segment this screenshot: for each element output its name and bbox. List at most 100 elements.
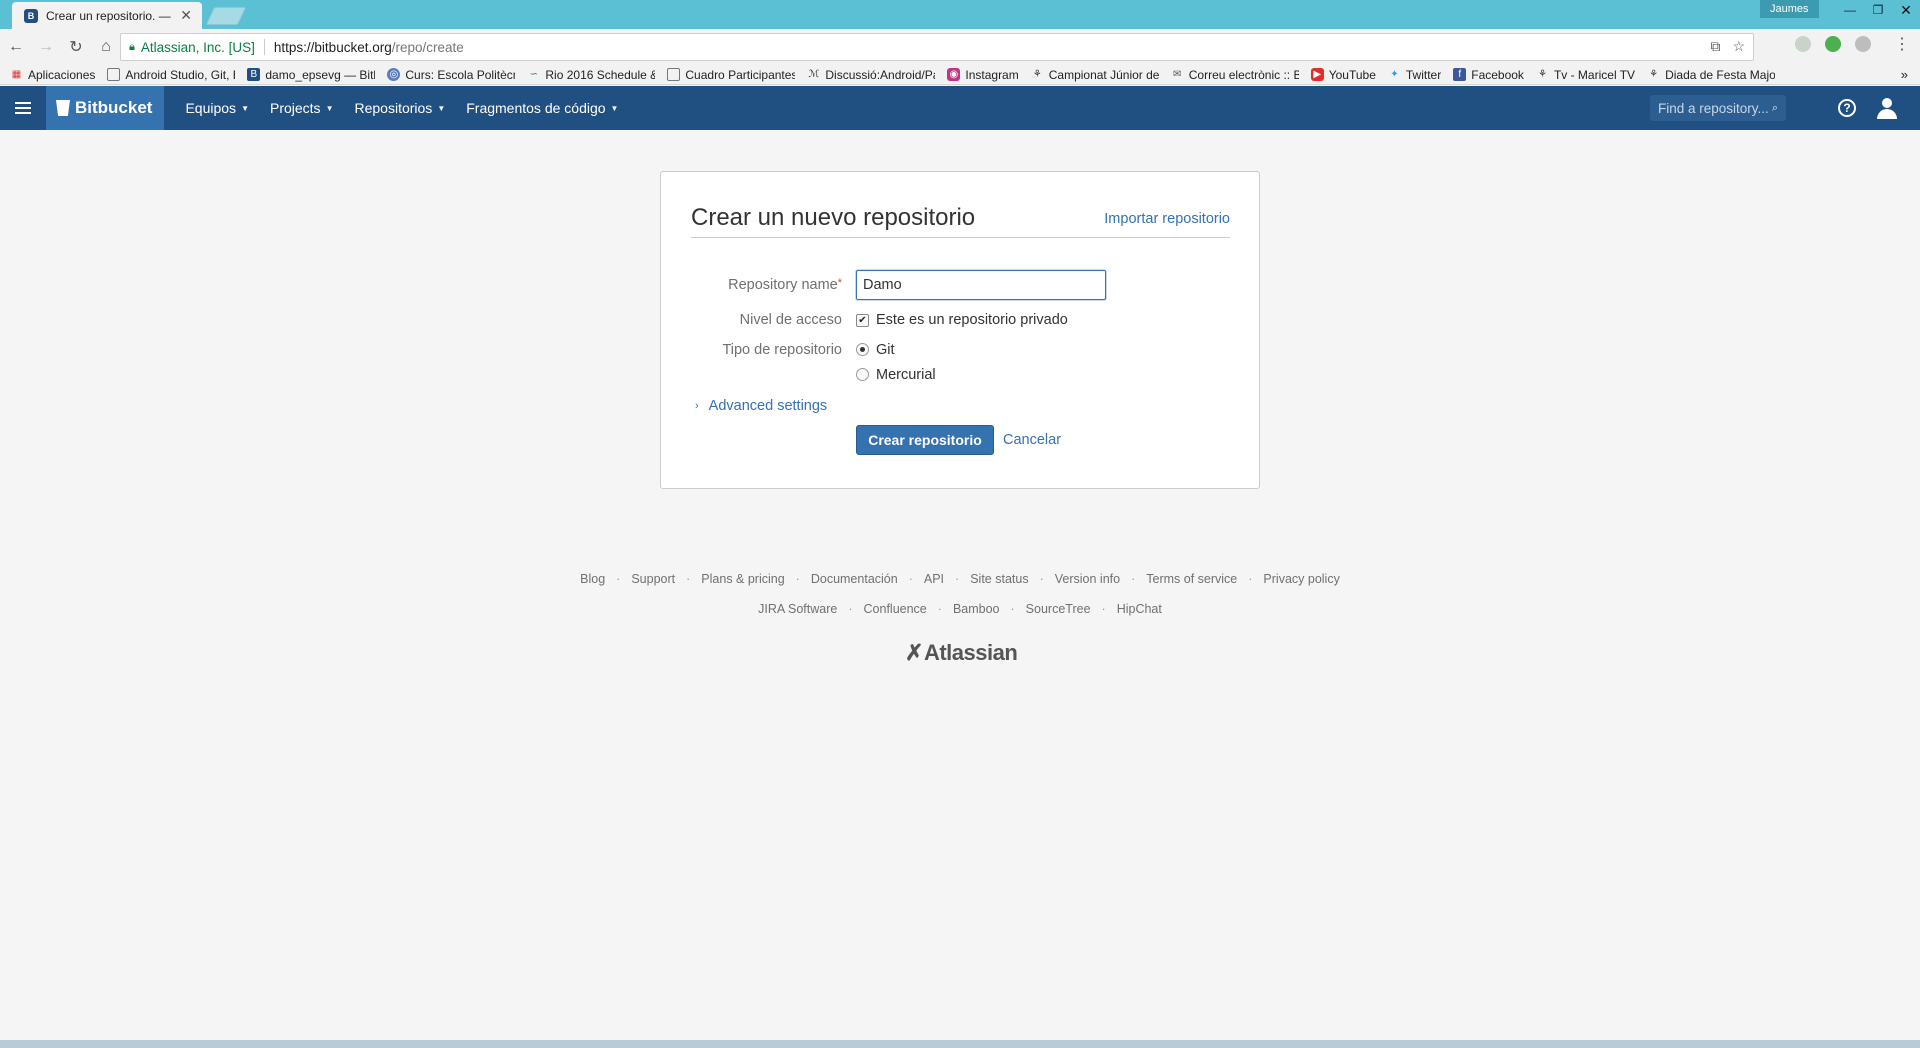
- radio-mercurial-label: Mercurial: [876, 367, 936, 383]
- nav-fragmentos[interactable]: Fragmentos de código ▼: [466, 100, 618, 116]
- radio-git-label: Git: [876, 342, 895, 358]
- address-bar[interactable]: 🔒︎ Atlassian, Inc. [US] https://bitbucke…: [120, 33, 1754, 61]
- os-taskbar: [0, 1040, 1920, 1048]
- extension-gray-icon[interactable]: [1855, 36, 1871, 52]
- footer-link-terms[interactable]: Terms of service: [1146, 572, 1237, 586]
- advanced-settings-toggle[interactable]: › Advanced settings: [695, 398, 827, 414]
- back-arrow-icon[interactable]: ←: [2, 33, 30, 61]
- footer-link-version-info[interactable]: Version info: [1055, 572, 1120, 586]
- profile-name[interactable]: Jaumes: [1760, 0, 1819, 18]
- castellers-icon: ⚘: [1537, 69, 1547, 80]
- extension-shield-icon[interactable]: [1795, 36, 1811, 52]
- required-marker: *: [837, 277, 842, 289]
- omnibox-separator: [263, 39, 265, 55]
- bookmark-android-studio[interactable]: Android Studio, Git, B: [107, 68, 235, 82]
- bookmark-instagram[interactable]: ◉ Instagram: [947, 68, 1019, 82]
- bookmark-star-icon[interactable]: ☆: [1732, 38, 1745, 55]
- bookmark-twitter[interactable]: ✦ Twitter: [1388, 68, 1441, 82]
- restore-icon[interactable]: ❐: [1864, 0, 1892, 20]
- tab-title: Crear un repositorio. — Bitbucket: [46, 8, 174, 23]
- home-icon[interactable]: ⌂: [92, 33, 120, 61]
- radio-mercurial[interactable]: [856, 368, 869, 381]
- browser-tab-strip: B Crear un repositorio. — Bitbucket ✕ Ja…: [0, 0, 1920, 29]
- window-controls: — ❐ ✕: [1836, 0, 1920, 20]
- omnibox-icons: ⧉ ☆: [1710, 38, 1745, 55]
- youtube-icon: ▶: [1310, 68, 1324, 81]
- bookmark-diada-festa-major[interactable]: ⚘ Diada de Festa Major: [1647, 68, 1775, 82]
- footer-links-primary: Blog · Support · Plans & pricing · Document…: [580, 572, 1340, 586]
- caret-down-icon: ▼: [437, 103, 446, 113]
- forward-arrow-icon[interactable]: →: [32, 33, 60, 61]
- footer-link-site-status[interactable]: Site status: [970, 572, 1028, 586]
- bookmark-correu[interactable]: ✉ Correu electrònic :: Be: [1171, 68, 1299, 82]
- bookmark-youtube[interactable]: ▶ YouTube: [1310, 68, 1376, 82]
- search-icon[interactable]: ⌕: [1772, 102, 1778, 115]
- footer-link-api[interactable]: API: [924, 572, 944, 586]
- close-window-icon[interactable]: ✕: [1892, 0, 1920, 20]
- browser-tab-active[interactable]: B Crear un repositorio. — Bitbucket ✕: [12, 2, 202, 29]
- castellers-icon: ⚘: [1032, 69, 1042, 80]
- minimize-icon[interactable]: —: [1836, 0, 1864, 20]
- footer-link-hipchat[interactable]: HipChat: [1117, 602, 1162, 616]
- footer-link-support[interactable]: Support: [631, 572, 675, 586]
- atlassian-logo[interactable]: ✗ Atlassian: [905, 640, 1018, 666]
- checkmark-icon: ✔: [858, 315, 867, 326]
- user-avatar-icon[interactable]: [1873, 95, 1901, 121]
- new-tab-button[interactable]: [205, 7, 247, 25]
- bookmark-rio-2016[interactable]: ∽ Rio 2016 Schedule &: [527, 68, 656, 82]
- bitbucket-bucket-icon: [56, 100, 70, 116]
- nav-equipos[interactable]: Equipos ▼: [185, 100, 249, 116]
- hamburger-menu-icon[interactable]: [0, 86, 46, 130]
- translate-icon[interactable]: ⧉: [1710, 38, 1720, 55]
- browser-menu-icon[interactable]: ⋮: [1894, 34, 1910, 54]
- nav-repositorios[interactable]: Repositorios ▼: [354, 100, 445, 116]
- tab-close-icon[interactable]: ✕: [180, 7, 192, 24]
- repo-type-label: Tipo de repositorio: [722, 342, 842, 358]
- repository-search-input[interactable]: [1658, 100, 1772, 116]
- create-repo-button[interactable]: Crear repositorio: [856, 425, 994, 455]
- facebook-icon: f: [1453, 68, 1467, 81]
- footer-link-sourcetree[interactable]: SourceTree: [1026, 602, 1091, 616]
- url-host: https://bitbucket.org: [273, 39, 392, 55]
- radio-git[interactable]: [856, 343, 869, 356]
- extension-green-icon[interactable]: [1825, 36, 1841, 52]
- cancel-link[interactable]: Cancelar: [1003, 432, 1061, 448]
- bookmark-aplicaciones[interactable]: ▦ Aplicaciones: [10, 68, 96, 82]
- footer-link-plans[interactable]: Plans & pricing: [701, 572, 784, 586]
- page-icon: [107, 68, 121, 81]
- repo-name-input[interactable]: [856, 270, 1106, 300]
- footer-link-bamboo[interactable]: Bamboo: [953, 602, 1000, 616]
- bookmark-campionat-junior[interactable]: ⚘ Campionat Júnior de: [1031, 68, 1159, 82]
- nav-projects[interactable]: Projects ▼: [270, 100, 334, 116]
- private-repo-label: Este es un repositorio privado: [876, 312, 1068, 328]
- page-icon: [667, 68, 681, 81]
- import-repo-link[interactable]: Importar repositorio: [1104, 211, 1230, 227]
- secure-label: Atlassian, Inc. [US]: [140, 39, 255, 55]
- help-icon[interactable]: ?: [1838, 99, 1856, 117]
- bookmarks-overflow-icon[interactable]: »: [1901, 67, 1908, 82]
- bookmark-curs-escola[interactable]: ◎Curs: Escola Politècnic: [387, 68, 515, 82]
- advanced-settings-label: Advanced settings: [708, 398, 828, 414]
- bookmark-facebook[interactable]: f Facebook: [1453, 68, 1524, 82]
- footer-link-blog[interactable]: Blog: [580, 572, 605, 586]
- bitbucket-favicon-icon: B: [24, 8, 38, 23]
- access-level-label: Nivel de acceso: [739, 312, 842, 328]
- url-path: /repo/create: [391, 39, 464, 55]
- bookmark-maricel-tv[interactable]: ⚘ Tv - Maricel TV: [1536, 68, 1635, 82]
- reload-icon[interactable]: ↻: [62, 33, 90, 61]
- bookmark-damo-epsevg[interactable]: Bdamo_epsevg — Bitb: [247, 68, 375, 82]
- footer-link-confluence[interactable]: Confluence: [864, 602, 927, 616]
- bitbucket-logo[interactable]: Bitbucket: [46, 86, 165, 130]
- footer-link-jira[interactable]: JIRA Software: [758, 602, 837, 616]
- bitbucket-icon: B: [247, 68, 261, 81]
- castellers-icon: ⚘: [1649, 69, 1659, 80]
- atlassian-logo-text: Atlassian: [923, 640, 1018, 665]
- bookmark-cuadro-participantes[interactable]: Cuadro Participantes: [667, 68, 795, 82]
- footer-link-docs[interactable]: Documentación: [811, 572, 898, 586]
- twitter-icon: ✦: [1390, 69, 1399, 80]
- private-repo-checkbox[interactable]: ✔: [856, 314, 869, 327]
- repository-search: ⌕: [1650, 95, 1786, 121]
- bookmark-discussio-android[interactable]: ℳ Discussió:Android/Pat: [807, 68, 936, 82]
- footer-link-privacy[interactable]: Privacy policy: [1263, 572, 1339, 586]
- instagram-icon: ◉: [947, 68, 961, 81]
